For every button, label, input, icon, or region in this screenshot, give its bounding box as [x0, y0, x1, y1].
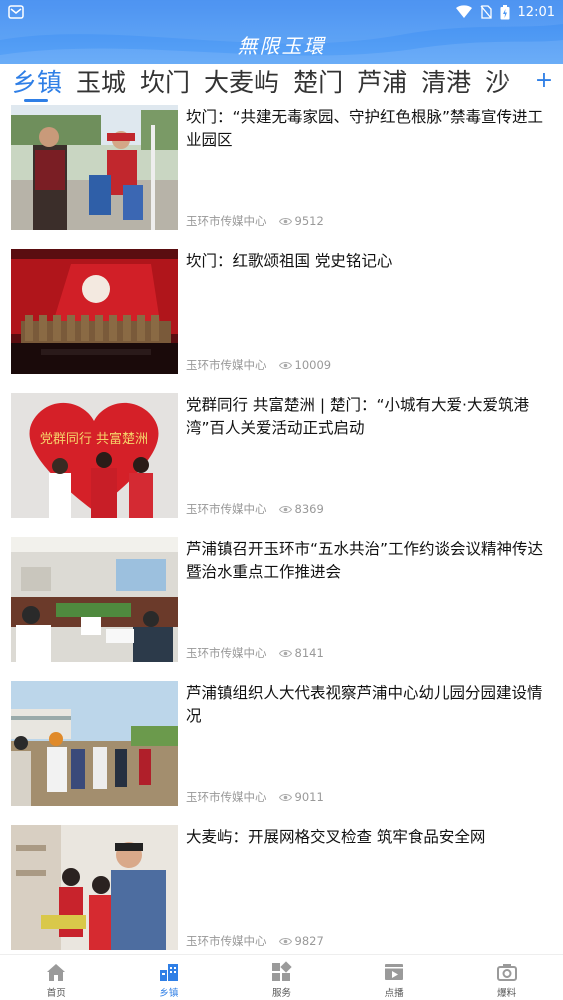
article-views: 10009	[278, 358, 332, 372]
article-views: 9512	[278, 214, 324, 228]
article-views: 9827	[278, 934, 324, 948]
home-icon	[47, 964, 66, 981]
article-thumbnail	[11, 249, 178, 374]
status-time: 12:01	[517, 4, 555, 20]
tab-lupu[interactable]: 芦浦	[357, 66, 407, 100]
nav-on-demand[interactable]: 点播	[338, 955, 451, 1000]
article-item[interactable]: 坎门：红歌颂祖国 党史铭记心 玉环市传媒中心 10009	[0, 248, 563, 392]
article-meta: 玉环市传媒中心 10009	[186, 357, 331, 373]
notification-icon	[8, 5, 24, 19]
view-count: 9011	[294, 790, 324, 804]
article-meta: 玉环市传媒中心 9512	[186, 213, 324, 229]
tab-chumen[interactable]: 楚门	[293, 66, 343, 100]
article-title: 大麦屿：开展网格交叉检查 筑牢食品安全网	[186, 828, 486, 846]
article-item[interactable]: 芦浦镇组织人大代表视察芦浦中心幼儿园分园建设情况 玉环市传媒中心 9011	[0, 680, 563, 824]
nav-label: 爆料	[497, 988, 517, 999]
article-source: 玉环市传媒中心	[186, 358, 267, 372]
article-source: 玉环市传媒中心	[186, 646, 267, 660]
town-icon	[159, 964, 178, 981]
nav-label: 乡镇	[159, 988, 179, 999]
article-title: 党群同行 共富楚洲 | 楚门：“小城有大爱·大爱筑港湾”百人关爱活动正式启动	[186, 396, 529, 437]
article-thumbnail	[11, 681, 178, 806]
article-meta: 玉环市传媒中心 9827	[186, 933, 324, 949]
article-views: 9011	[278, 790, 324, 804]
eye-icon	[278, 649, 292, 657]
article-title: 芦浦镇组织人大代表视察芦浦中心幼儿园分园建设情况	[186, 684, 543, 725]
video-icon	[385, 964, 404, 980]
tab-yucheng[interactable]: 玉城	[76, 66, 126, 100]
tab-qinggang[interactable]: 清港	[421, 66, 471, 100]
article-item[interactable]: 大麦屿：开展网格交叉检查 筑牢食品安全网 玉环市传媒中心 9827	[0, 824, 563, 968]
tabs-fade	[503, 64, 533, 104]
article-title: 芦浦镇召开玉环市“五水共治”工作约谈会议精神传达暨治水重点工作推进会	[186, 540, 544, 581]
tab-damaiyu[interactable]: 大麦屿	[204, 66, 279, 100]
nav-home[interactable]: 首页	[0, 955, 113, 1000]
eye-icon	[278, 937, 292, 945]
tab-towns[interactable]: 乡镇	[12, 66, 62, 102]
nav-label: 点播	[384, 988, 404, 999]
thumbnail-caption: 党群同行 共富楚洲	[40, 431, 148, 447]
article-item[interactable]: 党群同行 共富楚洲 党群同行 共富楚洲 | 楚门：“小城有大爱·大爱筑港湾”百人…	[0, 392, 563, 536]
article-source: 玉环市传媒中心	[186, 214, 267, 228]
category-tabs: 乡镇 玉城 坎门 大麦屿 楚门 芦浦 清港 沙 +	[0, 64, 563, 104]
article-views: 8141	[278, 646, 324, 660]
nav-report[interactable]: 爆料	[450, 955, 563, 1000]
tab-kanmen[interactable]: 坎门	[140, 66, 190, 100]
add-tab-icon[interactable]: +	[533, 70, 555, 92]
view-count: 9512	[294, 214, 324, 228]
nav-label: 首页	[46, 988, 66, 999]
view-count: 10009	[294, 358, 332, 372]
nav-towns[interactable]: 乡镇	[113, 955, 226, 1000]
article-meta: 玉环市传媒中心 8141	[186, 645, 324, 661]
wifi-icon	[455, 5, 472, 18]
eye-icon	[278, 793, 292, 801]
eye-icon	[278, 361, 292, 369]
article-thumbnail	[11, 105, 178, 230]
battery-icon	[500, 4, 510, 19]
nav-services[interactable]: 服务	[225, 955, 338, 1000]
article-title: 坎门：红歌颂祖国 党史铭记心	[186, 252, 393, 270]
article-meta: 玉环市传媒中心 9011	[186, 789, 324, 805]
grid-icon	[272, 961, 293, 981]
article-thumbnail	[11, 537, 178, 662]
view-count: 8141	[294, 646, 324, 660]
article-thumbnail	[11, 825, 178, 950]
bottom-nav: 首页 乡镇 服务 点播 爆料	[0, 954, 563, 1000]
view-count: 9827	[294, 934, 324, 948]
app-title: 無限玉環	[237, 34, 326, 58]
camera-icon	[496, 964, 517, 981]
article-title: 坎门：“共建无毒家园、守护红色根脉”禁毒宣传进工业园区	[186, 108, 544, 149]
article-item[interactable]: 坎门：“共建无毒家园、守护红色根脉”禁毒宣传进工业园区 玉环市传媒中心 9512	[0, 104, 563, 248]
article-source: 玉环市传媒中心	[186, 934, 267, 948]
eye-icon	[278, 505, 292, 513]
eye-icon	[278, 217, 292, 225]
article-source: 玉环市传媒中心	[186, 790, 267, 804]
app-header: 12:01 無限玉環	[0, 0, 563, 64]
article-list: 坎门：“共建无毒家园、守护红色根脉”禁毒宣传进工业园区 玉环市传媒中心 9512	[0, 104, 563, 968]
status-bar: 12:01	[0, 0, 563, 24]
article-thumbnail: 党群同行 共富楚洲	[11, 393, 178, 518]
article-item[interactable]: 芦浦镇召开玉环市“五水共治”工作约谈会议精神传达暨治水重点工作推进会 玉环市传媒…	[0, 536, 563, 680]
view-count: 8369	[294, 502, 324, 516]
article-meta: 玉环市传媒中心 8369	[186, 501, 324, 517]
no-sim-icon	[480, 5, 492, 19]
article-views: 8369	[278, 502, 324, 516]
article-source: 玉环市传媒中心	[186, 502, 267, 516]
nav-label: 服务	[271, 988, 291, 999]
